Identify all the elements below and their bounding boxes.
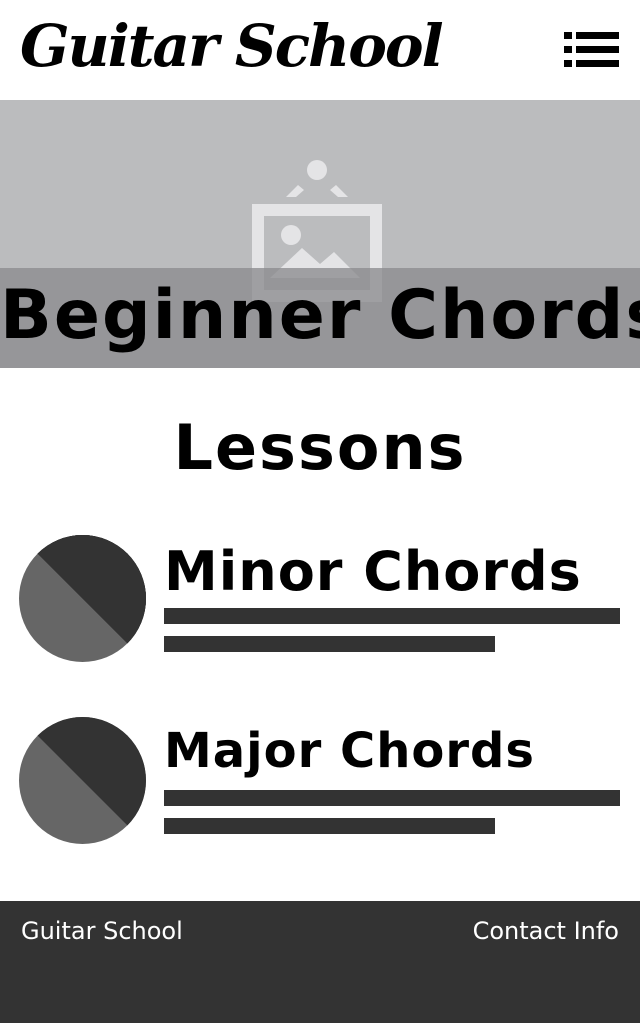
lesson-item-major-chords[interactable]: Major Chords xyxy=(0,717,640,847)
lesson-title: Minor Chords xyxy=(164,540,582,603)
footer-brand-link[interactable]: Guitar School xyxy=(21,915,183,947)
thumbnail-placeholder-icon xyxy=(19,717,146,844)
lesson-title: Major Chords xyxy=(164,723,535,779)
text-placeholder-line xyxy=(164,608,620,624)
text-placeholder-line xyxy=(164,636,495,652)
hero-title: Beginner Chords xyxy=(0,276,640,355)
site-header: Guitar School xyxy=(0,0,640,100)
list-menu-icon xyxy=(564,32,619,67)
lesson-item-minor-chords[interactable]: Minor Chords xyxy=(0,535,640,665)
contact-info-link[interactable]: Contact Info xyxy=(473,915,619,947)
site-logo[interactable]: Guitar School xyxy=(20,6,444,86)
text-placeholder-line xyxy=(164,818,495,834)
site-footer: Guitar School Contact Info xyxy=(0,901,640,1023)
hero-banner[interactable]: Beginner Chords xyxy=(0,100,640,368)
lessons-heading: Lessons xyxy=(173,411,467,484)
text-placeholder-line xyxy=(164,790,620,806)
menu-button[interactable] xyxy=(560,28,622,72)
thumbnail-placeholder-icon xyxy=(19,535,146,662)
